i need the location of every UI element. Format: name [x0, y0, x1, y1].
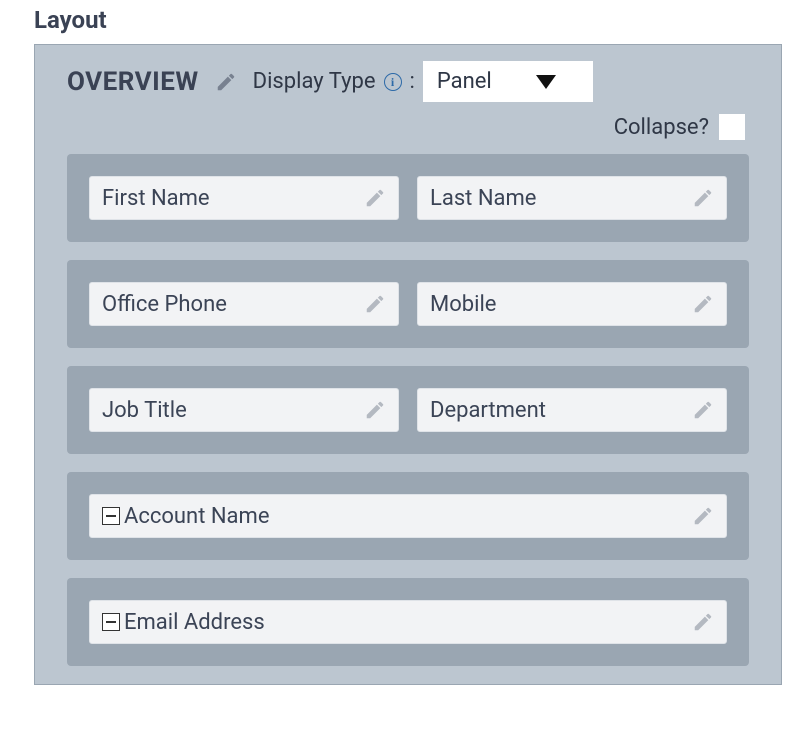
chevron-down-icon	[536, 75, 556, 89]
field-slot[interactable]: Last Name	[417, 176, 727, 220]
field-slot[interactable]: Mobile	[417, 282, 727, 326]
field-slot[interactable]: Office Phone	[89, 282, 399, 326]
display-type-select[interactable]: Panel	[423, 61, 593, 102]
field-row: Job Title Department	[67, 366, 749, 454]
colon: :	[410, 69, 415, 94]
pencil-icon[interactable]	[692, 293, 714, 315]
field-label: Office Phone	[102, 292, 364, 317]
field-row: Account Name	[67, 472, 749, 560]
field-slot[interactable]: Email Address	[89, 600, 727, 644]
field-label: Email Address	[124, 610, 692, 635]
minus-box-icon	[102, 613, 120, 631]
collapse-checkbox[interactable]	[719, 114, 745, 140]
field-label: Mobile	[430, 292, 692, 317]
field-label: Account Name	[124, 504, 692, 529]
pencil-icon[interactable]	[364, 399, 386, 421]
field-label: First Name	[102, 186, 364, 211]
pencil-icon[interactable]	[692, 505, 714, 527]
pencil-icon[interactable]	[692, 187, 714, 209]
field-slot[interactable]: First Name	[89, 176, 399, 220]
pencil-icon[interactable]	[692, 611, 714, 633]
display-type-value: Panel	[437, 69, 492, 94]
minus-box-icon	[102, 507, 120, 525]
pencil-icon[interactable]	[364, 293, 386, 315]
field-row: Email Address	[67, 578, 749, 666]
collapse-label: Collapse?	[614, 115, 709, 140]
field-label: Last Name	[430, 186, 692, 211]
pencil-icon[interactable]	[692, 399, 714, 421]
field-row: First Name Last Name	[67, 154, 749, 242]
section-header: OVERVIEW Display Type i : Panel	[67, 61, 749, 102]
pencil-icon[interactable]	[364, 187, 386, 209]
section-title: OVERVIEW	[67, 67, 199, 97]
info-icon[interactable]: i	[384, 73, 402, 91]
field-slot[interactable]: Account Name	[89, 494, 727, 538]
field-row: Office Phone Mobile	[67, 260, 749, 348]
field-rows: First Name Last Name Office Phone Mobile Job…	[67, 154, 749, 666]
field-slot[interactable]: Department	[417, 388, 727, 432]
field-label: Job Title	[102, 398, 364, 423]
edit-section-icon[interactable]	[215, 71, 237, 93]
display-type-label: Display Type	[253, 69, 376, 94]
layout-panel: OVERVIEW Display Type i : Panel Collapse…	[34, 44, 782, 685]
field-label: Department	[430, 398, 692, 423]
page-title: Layout	[34, 6, 782, 34]
field-slot[interactable]: Job Title	[89, 388, 399, 432]
